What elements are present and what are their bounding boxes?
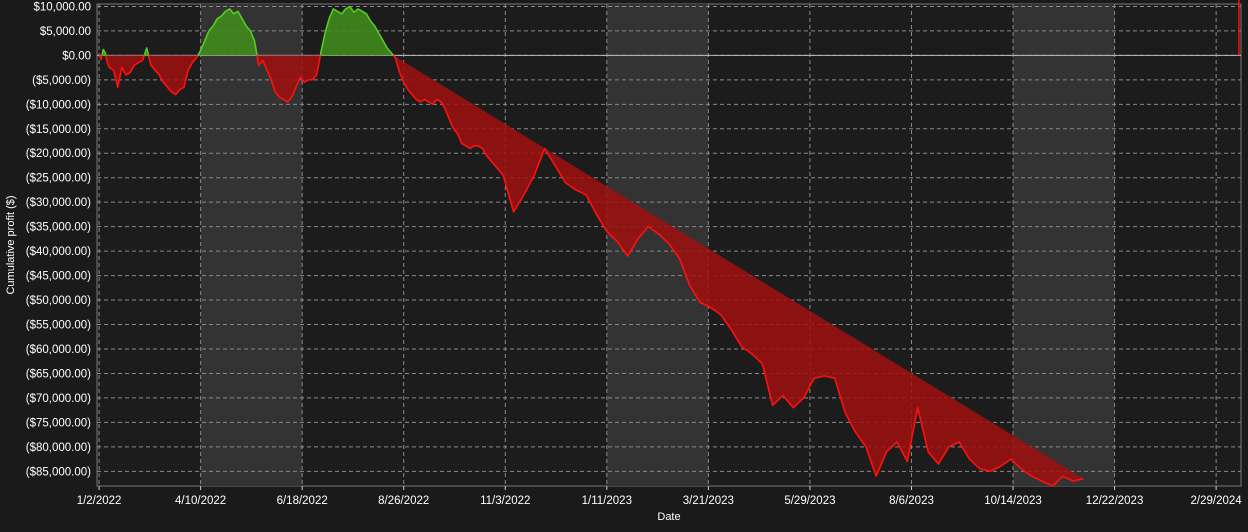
y-tick-label: ($20,000.00)	[26, 148, 91, 160]
x-axis-title: Date	[657, 511, 680, 523]
y-tick-label: ($70,000.00)	[26, 393, 91, 405]
x-tick-label: 4/10/2022	[175, 495, 226, 507]
y-tick-label: ($30,000.00)	[26, 197, 91, 209]
x-tick-label: 12/22/2023	[1086, 495, 1144, 507]
y-tick-label: ($75,000.00)	[26, 417, 91, 429]
y-tick-label: ($85,000.00)	[26, 466, 91, 478]
y-axis-title: Cumulative profit ($)	[5, 195, 17, 294]
x-tick-label: 1/11/2023	[582, 495, 632, 507]
y-tick-label: ($15,000.00)	[26, 124, 91, 136]
y-tick-label: ($60,000.00)	[26, 344, 91, 356]
x-tick-label: 11/3/2022	[480, 495, 530, 507]
cumulative-profit-chart: $10,000.00 $5,000.00 $0.00 ($5,000.00) ($10,…	[0, 0, 1248, 532]
background-band	[1013, 4, 1115, 486]
x-tick-label: 8/26/2022	[378, 495, 429, 507]
y-tick-label: ($40,000.00)	[26, 246, 91, 258]
x-tick-label: 8/6/2023	[889, 495, 934, 507]
y-tick-label: ($50,000.00)	[26, 295, 91, 307]
y-tick-label: ($45,000.00)	[26, 271, 91, 283]
x-tick-label: 10/14/2023	[984, 495, 1042, 507]
y-tick-label: ($80,000.00)	[26, 442, 91, 454]
y-tick-label: ($55,000.00)	[26, 320, 91, 332]
x-tick-label: 6/18/2022	[277, 495, 328, 507]
x-tick-label: 2/29/2024	[1191, 495, 1243, 507]
y-tick-label: $0.00	[62, 50, 91, 62]
y-tick-label: $10,000.00	[33, 1, 91, 13]
y-tick-label: ($25,000.00)	[26, 173, 91, 185]
x-tick-label: 1/2/2022	[77, 495, 122, 507]
y-tick-label: ($65,000.00)	[26, 368, 91, 380]
y-tick-label: $5,000.00	[40, 26, 91, 38]
y-tick-label: ($35,000.00)	[26, 222, 91, 234]
x-tick-label: 3/21/2023	[683, 495, 734, 507]
x-tick-label: 5/29/2023	[784, 495, 835, 507]
y-tick-label: ($10,000.00)	[26, 99, 91, 111]
y-tick-label: ($5,000.00)	[32, 75, 91, 87]
